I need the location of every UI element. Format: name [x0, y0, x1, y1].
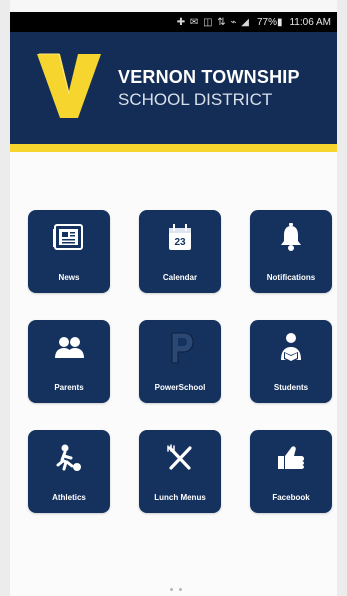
parents-icon — [55, 337, 84, 358]
app-grid: News 23 Calendar Notifications Parents P… — [28, 210, 333, 513]
calendar-icon: 23 — [169, 224, 191, 250]
v-logo-icon: V — [37, 53, 101, 118]
calendar-tile[interactable]: 23 Calendar — [139, 210, 221, 293]
lunch-menus-label: Lunch Menus — [154, 493, 206, 502]
fork-knife-icon — [167, 444, 192, 470]
students-tile[interactable]: Students — [250, 320, 332, 403]
athletics-icon — [56, 444, 81, 471]
lunch-menus-tile[interactable]: Lunch Menus — [139, 430, 221, 513]
bell-icon — [281, 223, 301, 251]
notifications-label: Notifications — [266, 273, 316, 282]
district-title-sub: SCHOOL DISTRICT — [118, 89, 273, 109]
powerschool-label: PowerSchool — [154, 383, 206, 392]
thumbs-up-icon — [278, 446, 304, 469]
status-icons: ✚ ✉ ◫ ⇅ ⌁ ◢ — [176, 16, 250, 28]
athletics-tile[interactable]: Athletics — [28, 430, 110, 513]
main-content: News 23 Calendar Notifications Parents P… — [10, 152, 337, 596]
news-label: News — [58, 273, 80, 282]
page-dot — [179, 588, 182, 591]
header-accent-line — [10, 144, 337, 152]
powerschool-tile[interactable]: PowerSchool — [139, 320, 221, 403]
right-frame-edge — [337, 0, 347, 596]
news-tile[interactable]: News — [28, 210, 110, 293]
facebook-tile[interactable]: Facebook — [250, 430, 332, 513]
notifications-tile[interactable]: Notifications — [250, 210, 332, 293]
status-bar: ✚ ✉ ◫ ⇅ ⌁ ◢ 77%▮ 11:06 AM — [10, 12, 337, 32]
page-dot — [170, 588, 173, 591]
powerschool-icon — [171, 332, 194, 364]
status-time: 11:06 AM — [289, 16, 331, 28]
phone-frame: ✚ ✉ ◫ ⇅ ⌁ ◢ 77%▮ 11:06 AM V VERNON TOWNS… — [0, 0, 347, 596]
facebook-label: Facebook — [272, 493, 310, 502]
calendar-label: Calendar — [162, 273, 198, 282]
district-title: VERNON TOWNSHIP SCHOOL DISTRICT — [118, 68, 300, 109]
page-indicator — [170, 588, 182, 591]
newspaper-icon — [53, 224, 83, 250]
district-title-main: VERNON TOWNSHIP — [118, 67, 300, 87]
calendar-day: 23 — [174, 237, 186, 248]
student-icon — [281, 333, 301, 362]
left-frame-edge — [0, 0, 10, 596]
parents-tile[interactable]: Parents — [28, 320, 110, 403]
district-logo: V — [34, 50, 104, 122]
app-header: V VERNON TOWNSHIP SCHOOL DISTRICT — [10, 32, 337, 144]
students-label: Students — [273, 383, 309, 392]
athletics-label: Athletics — [52, 493, 86, 502]
battery-status: 77%▮ — [256, 16, 283, 28]
parents-label: Parents — [54, 383, 84, 392]
